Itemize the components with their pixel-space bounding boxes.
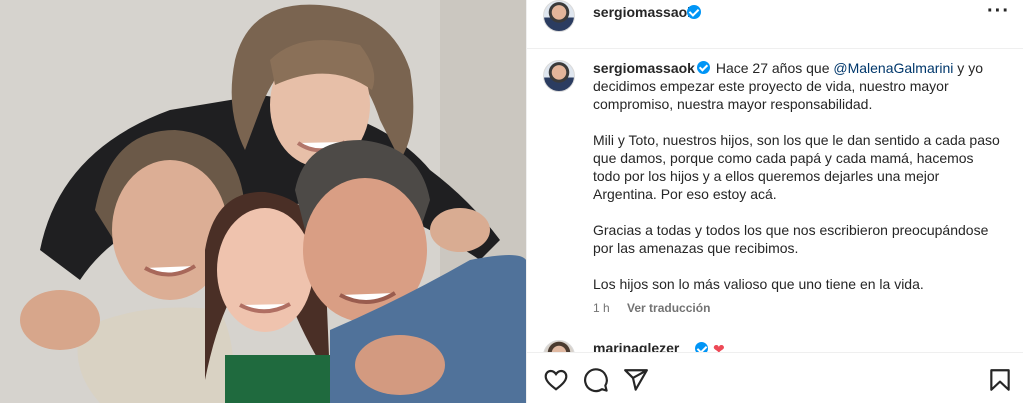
heart-icon[interactable] bbox=[543, 367, 569, 393]
post-header: sergiomassaok ··· bbox=[527, 0, 1023, 49]
post-meta: 1 h Ver traducción bbox=[593, 301, 724, 315]
caption-text-start: Hace 27 años que bbox=[715, 60, 834, 76]
verified-badge-icon bbox=[695, 342, 708, 352]
post-timestamp[interactable]: 1 h bbox=[593, 301, 610, 315]
see-translation-link[interactable]: Ver traducción bbox=[627, 301, 710, 315]
caption-paragraph-3: Gracias a todas y todos los que nos escr… bbox=[593, 222, 989, 256]
post-photo[interactable] bbox=[0, 0, 526, 403]
comment-item: marinaglezer ❤ bbox=[543, 338, 1023, 352]
more-options-icon[interactable]: ··· bbox=[987, 0, 1010, 22]
share-icon[interactable] bbox=[623, 367, 649, 393]
author-avatar[interactable] bbox=[543, 0, 575, 32]
verified-badge-icon bbox=[687, 5, 701, 19]
caption-author-avatar[interactable] bbox=[543, 60, 575, 92]
comment-icon[interactable] bbox=[583, 367, 609, 393]
caption-username[interactable]: sergiomassaok bbox=[593, 60, 695, 76]
bookmark-icon[interactable] bbox=[987, 367, 1013, 393]
verified-badge-icon bbox=[696, 61, 710, 74]
family-photo bbox=[0, 0, 526, 403]
caption-paragraph-4: Los hijos son lo más valioso que uno tie… bbox=[593, 276, 924, 292]
commenter-username[interactable]: marinaglezer bbox=[593, 340, 679, 352]
caption-paragraph-2: Mili y Toto, nuestros hijos, son los que… bbox=[593, 132, 1000, 202]
author-username[interactable]: sergiomassaok bbox=[593, 4, 695, 20]
mention-link[interactable]: @MalenaGalmarini bbox=[833, 60, 953, 76]
action-bar bbox=[527, 352, 1023, 403]
post-caption: sergiomassaok Hace 27 años que @MalenaGa… bbox=[593, 59, 1003, 311]
commenter-avatar[interactable] bbox=[543, 340, 575, 352]
heart-emoji-icon: ❤ bbox=[713, 341, 725, 352]
post-sidebar: sergiomassaok ··· sergiomassaok Hace 27 … bbox=[526, 0, 1023, 403]
